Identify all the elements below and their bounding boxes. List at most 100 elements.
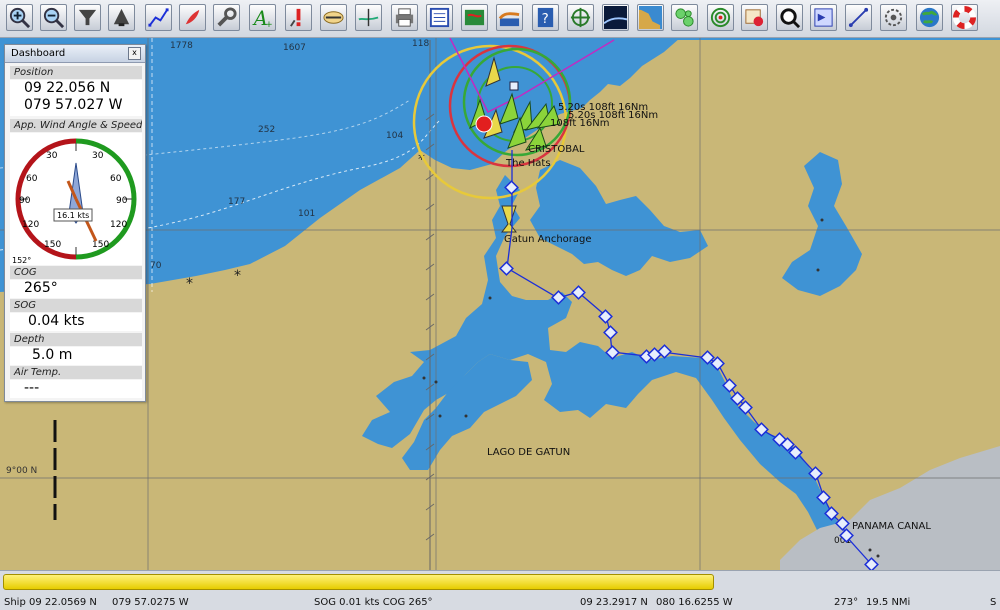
wind-angle-value: 152° (12, 256, 31, 265)
scale-out-button[interactable] (108, 4, 135, 31)
place-label-gatun-anchorage: Gatun Anchorage (504, 234, 592, 245)
gauge-tick: 120 (22, 220, 39, 230)
dashboard-title-bar[interactable]: Dashboard x (5, 45, 145, 63)
satellite-button[interactable] (602, 4, 629, 31)
cog-label: COG (10, 266, 142, 279)
air-temp-value: --- (10, 380, 142, 398)
track-button[interactable] (179, 4, 206, 31)
map-icon (639, 6, 662, 29)
gauge-tick: 150 (44, 240, 61, 250)
globe-button[interactable] (916, 4, 943, 31)
log-button[interactable] (426, 4, 453, 31)
wind-gauge-svg: 30 60 90 120 150 30 60 90 120 150 16.1 k… (12, 138, 137, 265)
status-extra: S (990, 597, 997, 608)
map-button[interactable] (637, 4, 664, 31)
printer-icon (395, 8, 414, 27)
place-label-panama-canal: PANAMA CANAL (852, 521, 931, 532)
sog-label: SOG (10, 299, 142, 312)
sounding: 177 (228, 197, 245, 207)
text-button[interactable]: A + (249, 4, 276, 31)
layers-button[interactable] (741, 4, 768, 31)
progress-fill (3, 574, 714, 590)
tide-station-button[interactable] (880, 4, 907, 31)
help-button[interactable]: ? (532, 4, 559, 31)
radar-button[interactable] (707, 4, 734, 31)
place-label-cristobal: CRISTOBAL (528, 144, 585, 155)
radar-icon (710, 7, 731, 28)
dashboard-close-button[interactable]: x (128, 47, 141, 60)
crosshair-icon (570, 7, 591, 28)
latitude-label: 9°00 N (6, 466, 37, 476)
book-button[interactable] (461, 4, 488, 31)
svg-text:+: + (265, 20, 272, 29)
ruler-icon (848, 7, 869, 28)
sounding: 118 (412, 39, 429, 49)
route-icon (148, 8, 169, 27)
print-button[interactable] (391, 4, 418, 31)
gauge-tick: 30 (92, 151, 104, 161)
arrows-icon (323, 11, 344, 24)
cog-value: 265° (10, 280, 142, 298)
lifebuoy-button[interactable] (951, 4, 978, 31)
wind-speed-value: 16.1 kts (57, 211, 89, 220)
crosshair-button[interactable] (567, 4, 594, 31)
tide-button[interactable] (496, 4, 523, 31)
zoom-in-icon (9, 7, 31, 29)
globe-icon (919, 7, 940, 28)
ruler-button[interactable] (845, 4, 872, 31)
own-ship-marker[interactable] (475, 115, 493, 133)
spiral-icon (884, 8, 903, 27)
gauge-tick: 90 (116, 196, 128, 206)
compass-button[interactable] (320, 4, 347, 31)
route-button[interactable] (145, 4, 172, 31)
book-icon (464, 9, 485, 26)
sounding: 252 (258, 125, 275, 135)
ais-label: 108ft 16Nm (550, 118, 609, 129)
gauge-tick: 60 (110, 174, 122, 184)
progress-bar (3, 574, 997, 590)
lifebuoy-icon (953, 6, 976, 29)
gauge-tick: 120 (110, 220, 127, 230)
zoom-out-button[interactable] (40, 4, 67, 31)
zoom-button[interactable] (776, 4, 803, 31)
zoom-in-button[interactable] (6, 4, 33, 31)
settings-button[interactable] (213, 4, 240, 31)
sounding: 1778 (170, 41, 193, 51)
satellite-icon (604, 6, 627, 29)
tide-icon (498, 12, 520, 27)
ship-latitude: Ship 09 22.0569 N (4, 597, 97, 608)
layers-icon (745, 9, 764, 27)
level-button[interactable] (355, 4, 382, 31)
wind-label: App. Wind Angle & Speed (10, 119, 142, 132)
position-value: 09 22.056 N 079 57.027 W (10, 80, 142, 116)
hazard-mark: * (234, 268, 241, 284)
depth-value: 5.0 m (10, 347, 142, 365)
level-icon (358, 8, 379, 27)
status-bar: Ship 09 22.0569 N 079 57.0275 W SOG 0.01… (0, 570, 1000, 610)
caribbean-north (0, 38, 1000, 40)
show-button[interactable] (810, 4, 837, 31)
gauge-tick: 30 (46, 151, 58, 161)
gauge-tick: 60 (26, 174, 38, 184)
latitude-value: 09 22.056 N (24, 80, 111, 96)
chart-svg[interactable]: * * * 1778 1607 118 252 177 101 104 70 9… (0, 38, 1000, 570)
dashboard-panel[interactable]: Dashboard x Position 09 22.056 N 079 57.… (4, 44, 146, 402)
grid-button[interactable] (671, 4, 698, 31)
funnel-down-icon (78, 9, 97, 26)
checklist-icon (429, 7, 450, 28)
sounding: 101 (298, 209, 315, 219)
wrench-icon (217, 7, 237, 27)
dashboard-title: Dashboard (11, 48, 66, 59)
boat-icon (185, 9, 200, 25)
grid-icon (675, 8, 694, 27)
position-label: Position (10, 66, 142, 79)
nautical-chart[interactable]: * * * 1778 1607 118 252 177 101 104 70 9… (0, 38, 1000, 570)
ship-sog-cog: SOG 0.01 kts COG 265° (314, 597, 433, 608)
svg-text:?: ? (542, 12, 549, 27)
gauge-tick: 90 (19, 196, 31, 206)
zoom-out-icon (43, 7, 65, 29)
scale-in-button[interactable] (74, 4, 101, 31)
alert-button[interactable] (285, 4, 312, 31)
panel-icon (814, 8, 833, 27)
cursor-distance: 19.5 NMi (866, 597, 911, 608)
